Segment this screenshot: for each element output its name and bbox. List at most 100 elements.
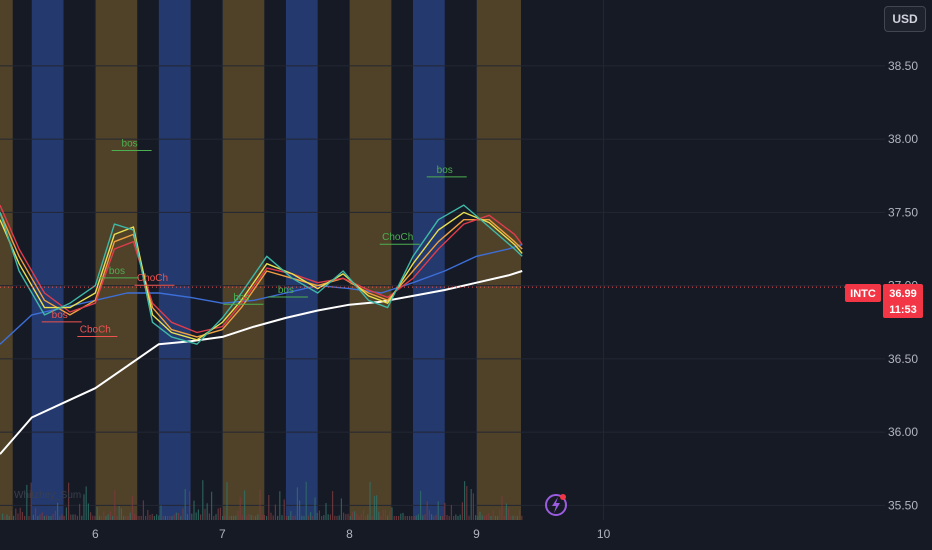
- volume-bar: [512, 515, 514, 520]
- volume-bar: [358, 516, 360, 520]
- volume-bar: [345, 514, 347, 520]
- volume-bar: [217, 508, 219, 520]
- volume-bar: [28, 515, 30, 520]
- volume-bar: [123, 515, 125, 520]
- volume-bar: [514, 516, 516, 520]
- volume-bar: [367, 514, 369, 520]
- volume-bar: [222, 515, 224, 520]
- y-tick-label: 37.50: [888, 205, 918, 219]
- volume-bar: [65, 507, 67, 520]
- volume-bar: [411, 515, 413, 520]
- session-band: [285, 0, 318, 520]
- volume-bar: [279, 491, 281, 520]
- volume-bar: [314, 497, 316, 520]
- annotation-label: ChoCh: [137, 273, 168, 284]
- volume-bar: [94, 515, 96, 520]
- volume-bar: [136, 515, 138, 520]
- volume-bar: [303, 515, 305, 520]
- volume-bar: [272, 515, 274, 520]
- volume-bar: [85, 486, 87, 520]
- volume-bar: [477, 515, 479, 520]
- volume-bar: [409, 515, 411, 520]
- volume-bar: [103, 511, 105, 520]
- volume-bar: [384, 509, 386, 520]
- volume-bar: [376, 495, 378, 520]
- volume-bar: [323, 515, 325, 520]
- price-chart[interactable]: bosbosChoChCboChbosbosbosChoChbos 38.503…: [0, 0, 932, 550]
- volume-bar: [54, 510, 56, 520]
- volume-bar: [270, 512, 272, 520]
- volume-bar: [32, 514, 34, 520]
- volume-bar: [147, 509, 149, 520]
- session-band: [95, 0, 138, 520]
- volume-bar: [400, 513, 402, 520]
- volume-bar: [164, 515, 166, 520]
- volume-bar: [230, 515, 232, 520]
- volume-bar: [439, 515, 441, 520]
- volume-bar: [153, 516, 155, 520]
- volume-bar: [208, 513, 210, 520]
- annotation-label: bos: [122, 138, 138, 149]
- volume-bar: [24, 515, 26, 520]
- price-badge: 36.99 11:53: [883, 284, 923, 318]
- volume-bar: [281, 515, 283, 520]
- volume-bar: [186, 514, 188, 520]
- volume-bar: [191, 513, 193, 520]
- volume-bar: [224, 515, 226, 520]
- volume-bar: [444, 502, 446, 520]
- volume-bar: [510, 516, 512, 520]
- volume-bar: [325, 503, 327, 520]
- volume-bar: [415, 515, 417, 520]
- volume-bar: [464, 481, 466, 520]
- volume-bar: [329, 514, 331, 520]
- volume-bar: [446, 515, 448, 520]
- volume-bar: [501, 495, 503, 520]
- annotation-label: bos: [437, 165, 453, 176]
- volume-bar: [17, 513, 19, 520]
- countdown-label: 11:53: [889, 304, 917, 316]
- currency-button[interactable]: USD: [884, 6, 926, 32]
- volume-bar: [43, 515, 45, 520]
- volume-bar: [424, 514, 426, 520]
- volume-bar: [406, 515, 408, 520]
- volume-bar: [459, 514, 461, 520]
- volume-bar: [13, 515, 15, 520]
- volume-bar: [422, 515, 424, 520]
- y-tick-label: 38.00: [888, 132, 918, 146]
- volume-bar: [4, 515, 6, 520]
- volume-bar: [219, 507, 221, 520]
- volume-bar: [519, 510, 521, 520]
- volume-bar: [19, 507, 21, 520]
- volume-bar: [378, 511, 380, 520]
- volume-bar: [389, 510, 391, 520]
- volume-bar: [109, 511, 111, 520]
- volume-bar: [521, 515, 523, 520]
- volume-bar: [2, 513, 4, 520]
- volume-bar: [488, 513, 490, 520]
- volume-bar: [274, 504, 276, 520]
- volume-bar: [250, 514, 252, 520]
- volume-bar: [173, 514, 175, 520]
- volume-bar: [175, 512, 177, 520]
- x-tick-label: 6: [92, 527, 99, 541]
- annotation-label: CboCh: [80, 325, 111, 336]
- volume-bar: [129, 512, 131, 520]
- volume-bar: [382, 510, 384, 520]
- annotation-label: bos: [52, 310, 68, 321]
- volume-bar: [336, 515, 338, 520]
- volume-bar: [30, 482, 32, 520]
- volume-bar: [92, 515, 94, 520]
- volume-bar: [391, 507, 393, 520]
- volume-bar: [349, 515, 351, 520]
- volume-bar: [343, 512, 345, 520]
- volume-bar: [167, 515, 169, 520]
- volume-bar: [312, 515, 314, 520]
- volume-bar: [138, 515, 140, 520]
- volume-bar: [202, 480, 204, 520]
- volume-bar: [457, 516, 459, 520]
- volume-bar: [237, 510, 239, 520]
- volume-bar: [127, 515, 129, 520]
- volume-bar: [334, 515, 336, 520]
- volume-bar: [442, 515, 444, 520]
- volume-bar: [96, 507, 98, 520]
